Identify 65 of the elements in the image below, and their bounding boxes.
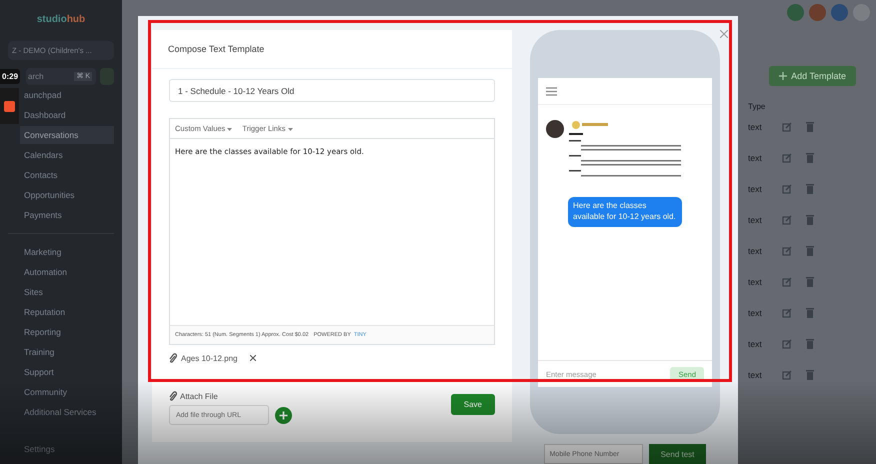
trash-icon[interactable]	[806, 276, 814, 286]
edit-icon[interactable]	[782, 370, 792, 380]
edit-icon[interactable]	[782, 184, 792, 194]
table-cell-text: text	[748, 370, 763, 380]
caret-icon	[288, 128, 293, 131]
dialog-title: Compose Text Template	[152, 30, 512, 69]
close-icon[interactable]	[720, 30, 728, 38]
recording-timer: 0:29	[0, 69, 20, 84]
sidebar-item[interactable]: Sites	[20, 283, 114, 301]
table-cell-text: text	[748, 152, 763, 162]
attachment-name: Ages 10-12.png	[181, 354, 238, 362]
edit-icon[interactable]	[782, 246, 792, 256]
edit-icon[interactable]	[782, 214, 792, 224]
trash-icon[interactable]	[806, 338, 814, 348]
table-cell-text: text	[748, 122, 763, 132]
sidebar-item[interactable]: Community	[20, 383, 114, 401]
trash-icon[interactable]	[806, 214, 814, 224]
trash-icon[interactable]	[806, 184, 814, 194]
attach-file-label: Attach File	[180, 392, 218, 400]
caret-icon	[227, 128, 232, 131]
trash-icon[interactable]	[806, 246, 814, 256]
sidebar-item[interactable]: Settings	[20, 440, 114, 458]
table-cell-text: text	[748, 308, 763, 318]
paperclip-icon	[169, 353, 177, 363]
trash-icon[interactable]	[806, 152, 814, 162]
table-cell-text: text	[748, 184, 763, 194]
table-cell-text: text	[748, 214, 763, 224]
sidebar-item[interactable]: Calendars	[20, 146, 114, 164]
paperclip-icon	[169, 391, 177, 401]
menu-icon[interactable]	[546, 86, 557, 96]
send-test-button[interactable]: Send test	[648, 444, 706, 464]
stop-recording-button[interactable]	[0, 88, 19, 124]
edit-icon[interactable]	[782, 308, 792, 318]
edit-icon[interactable]	[782, 152, 792, 162]
table-cell-text: text	[748, 246, 763, 256]
plus-icon	[779, 72, 788, 80]
remove-icon[interactable]	[250, 355, 256, 361]
logo: studiohub	[36, 14, 86, 25]
edit-icon[interactable]	[782, 338, 792, 348]
add-template-button[interactable]: Add Template	[769, 66, 856, 86]
sidebar-item[interactable]: aunchpad	[20, 86, 114, 104]
save-button[interactable]: Save	[450, 394, 495, 414]
sidebar-item[interactable]: Additional Services	[20, 403, 114, 421]
sidebar-item[interactable]: Automation	[20, 263, 114, 281]
sidebar-item[interactable]: Support	[20, 363, 114, 381]
sidebar-item[interactable]: Dashboard	[20, 106, 114, 124]
edit-icon[interactable]	[782, 276, 792, 286]
sidebar-item[interactable]: Contacts	[20, 166, 114, 184]
sidebar-item[interactable]: Reporting	[20, 323, 114, 341]
sidebar-item[interactable]: Opportunities	[20, 186, 114, 204]
edit-icon[interactable]	[782, 122, 792, 132]
trash-icon[interactable]	[806, 308, 814, 318]
sidebar-item[interactable]: Marketing	[20, 243, 114, 261]
message-bubble: Here are the classes available for 10-12 years old.	[568, 197, 682, 227]
trash-icon[interactable]	[806, 370, 814, 380]
sidebar-item[interactable]: Reputation	[20, 303, 114, 321]
column-header: Type	[748, 102, 766, 111]
template-name-field[interactable]: 1 - Schedule - 10-12 Years Old	[169, 79, 495, 102]
sidebar-item[interactable]: Conversations	[20, 126, 114, 144]
trash-icon[interactable]	[806, 122, 814, 132]
table-cell-text: text	[748, 276, 763, 286]
sidebar-item[interactable]: Training	[20, 343, 114, 361]
table-cell-text: text	[748, 338, 763, 348]
sidebar-item[interactable]: Payments	[20, 206, 114, 224]
add-icon[interactable]	[275, 406, 292, 424]
